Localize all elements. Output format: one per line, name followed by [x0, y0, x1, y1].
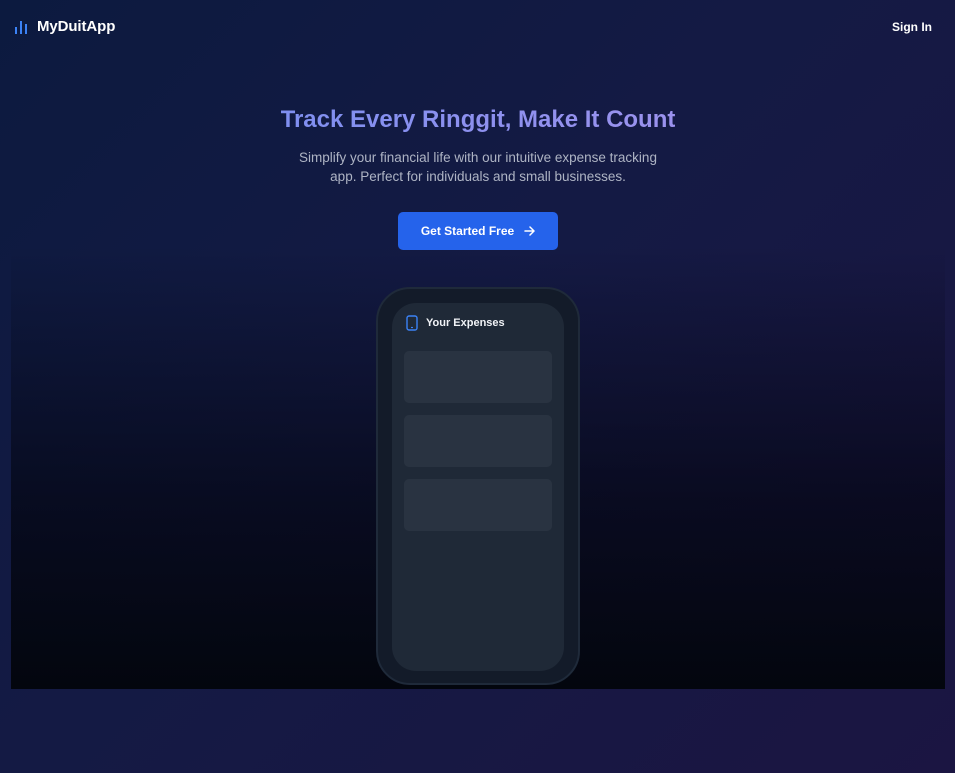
hero-headline-text: Track Every Ringgit, Make It Count — [280, 106, 676, 133]
expense-card-placeholder — [404, 415, 552, 467]
phone-title: Your Expenses — [426, 317, 505, 329]
get-started-button[interactable]: Get Started Free — [398, 212, 558, 250]
phone-screen: Your Expenses — [392, 303, 564, 671]
navbar: MyDuitApp Sign In — [0, 0, 955, 56]
phone-header: Your Expenses — [406, 315, 505, 331]
sign-in-link[interactable]: Sign In — [892, 20, 932, 34]
expense-card-placeholder — [404, 351, 552, 403]
brand-logo[interactable]: MyDuitApp — [14, 18, 115, 35]
arrow-right-icon — [524, 226, 535, 236]
phone-mockup: Your Expenses — [376, 287, 580, 685]
brand-name: MyDuitApp — [37, 18, 116, 35]
get-started-label: Get Started Free — [420, 224, 515, 238]
bar-chart-icon — [14, 20, 28, 34]
expense-card-placeholder — [404, 479, 552, 531]
smartphone-icon — [406, 315, 418, 331]
hero-section: Track Every Ringgit, Make It Count Simpl… — [11, 56, 945, 689]
hero-headline: Track Every Ringgit, Make It Count — [11, 106, 945, 134]
hero-subtitle: Simplify your financial life with our in… — [299, 150, 657, 184]
